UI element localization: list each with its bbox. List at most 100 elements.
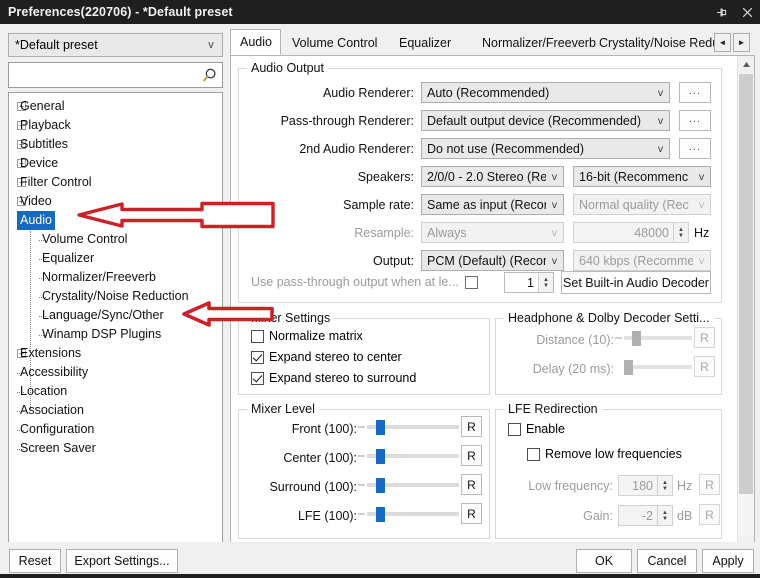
combo-bit-depth-value: 16-bit (Recommenc	[579, 169, 689, 184]
combo-bitrate[interactable]: 640 kbps (Recomme v	[573, 250, 711, 271]
tree-item-accessibility[interactable]: Accessibility	[9, 363, 222, 382]
reset-center-button[interactable]: R	[461, 445, 482, 466]
title-bar: Preferences(220706) - *Default preset	[0, 0, 760, 24]
reset-gain-button[interactable]: R	[699, 504, 720, 525]
preset-combobox[interactable]: *Default preset v	[8, 33, 223, 57]
slider-front[interactable]	[358, 418, 459, 436]
combo-2nd-audio-renderer[interactable]: Do not use (Recommended) v	[421, 138, 670, 159]
combo-bit-depth[interactable]: 16-bit (Recommenc v	[573, 166, 711, 187]
ok-button[interactable]: OK	[576, 549, 632, 573]
search-input[interactable]	[9, 63, 196, 87]
close-icon[interactable]	[734, 0, 760, 24]
tree-item-filter-control[interactable]: + Filter Control	[9, 173, 222, 192]
tab-scroll-right-button[interactable]: ►	[733, 33, 750, 52]
tree-item-extensions[interactable]: + Extensions	[9, 344, 222, 363]
set-builtin-audio-decoder-button[interactable]: Set Built-in Audio Decoder	[561, 271, 711, 294]
tab-scroll-left-button[interactable]: ◄	[714, 33, 731, 52]
tree-item-playback[interactable]: + Playback	[9, 116, 222, 135]
group-lfe-redirection: LFE Redirection Enable Remove low freque…	[495, 402, 722, 539]
combo-resample[interactable]: Always v	[421, 222, 564, 243]
scroll-up-button[interactable]	[738, 56, 754, 73]
combo-speakers[interactable]: 2/0/0 - 2.0 Stereo (Rec v	[421, 166, 564, 187]
checkbox-use-passthrough-box[interactable]	[464, 275, 478, 289]
tree-item-general[interactable]: + General	[9, 97, 222, 116]
spinner-arrows-icon[interactable]: ▲ ▼	[657, 476, 672, 495]
checkbox-use-passthrough[interactable]: Use pass-through output when at le...	[251, 275, 478, 289]
reset-button[interactable]: Reset	[9, 549, 61, 573]
spinner-resample-rate[interactable]: 48000 ▲ ▼	[573, 222, 689, 243]
checkbox-normalize-matrix[interactable]: Normalize matrix	[251, 329, 363, 343]
settings-tree[interactable]: + General + Playback + Subtitles + Device + Filte…	[8, 92, 223, 554]
export-settings-button[interactable]: Export Settings...	[66, 549, 178, 573]
tree-item-audio[interactable]: -Audio	[9, 211, 222, 230]
slider-lfe-thumb[interactable]	[376, 507, 385, 522]
combo-sample-rate[interactable]: Same as input (Recom v	[421, 194, 564, 215]
tree-item-screen-saver[interactable]: Screen Saver	[9, 439, 222, 458]
tab-crystality-noise-reduction[interactable]: Crystality/Noise Redu	[590, 32, 728, 55]
tab-audio[interactable]: Audio	[230, 29, 281, 55]
spinner-arrows-icon[interactable]: ▲ ▼	[538, 273, 553, 292]
combo-audio-renderer[interactable]: Auto (Recommended) v	[421, 82, 670, 103]
tab-equalizer[interactable]: Equalizer	[390, 32, 460, 55]
checkbox-remove-low-frequencies[interactable]: Remove low frequencies	[527, 447, 682, 461]
tree-item-device[interactable]: + Device	[9, 154, 222, 173]
slider-delay[interactable]	[624, 358, 692, 376]
checkbox-remove-low-frequencies-box[interactable]	[527, 447, 540, 461]
spinner-gain[interactable]: -2 ▲ ▼	[618, 505, 673, 526]
slider-lfe[interactable]	[358, 505, 459, 523]
reset-front-button[interactable]: R	[461, 416, 482, 437]
browse-passthrough-renderer-button[interactable]: ...	[679, 110, 711, 131]
reset-surround-button[interactable]: R	[461, 474, 482, 495]
reset-lfe-button[interactable]: R	[461, 503, 482, 524]
magnifier-icon[interactable]	[196, 67, 222, 84]
apply-button[interactable]: Apply	[702, 549, 754, 573]
combo-output[interactable]: PCM (Default) (Recom v	[421, 250, 564, 271]
tree-item-normalizer-freeverb[interactable]: Normalizer/Freeverb	[9, 268, 222, 287]
tab-volume-control[interactable]: Volume Control	[283, 32, 386, 55]
tree-item-equalizer[interactable]: Equalizer	[9, 249, 222, 268]
tab-normalizer-freeverb[interactable]: Normalizer/Freeverb	[473, 32, 605, 55]
spinner-low-frequency[interactable]: 180 ▲ ▼	[618, 475, 673, 496]
checkbox-expand-stereo-surround-box[interactable]	[251, 371, 264, 385]
browse-audio-renderer-button[interactable]: ...	[679, 82, 711, 103]
spinner-arrows-icon[interactable]: ▲ ▼	[673, 223, 688, 242]
tree-item-location[interactable]: Location	[9, 382, 222, 401]
reset-distance-button[interactable]: R	[694, 327, 715, 348]
slider-front-thumb[interactable]	[376, 420, 385, 435]
tree-item-subtitles[interactable]: + Subtitles	[9, 135, 222, 154]
tree-item-video[interactable]: + Video	[9, 192, 222, 211]
checkbox-expand-stereo-surround[interactable]: Expand stereo to surround	[251, 371, 416, 385]
checkbox-expand-stereo-surround-label: Expand stereo to surround	[269, 371, 417, 385]
slider-distance[interactable]	[615, 329, 692, 347]
checkbox-normalize-matrix-box[interactable]	[251, 329, 264, 343]
reset-delay-button[interactable]: R	[694, 356, 715, 377]
cancel-button[interactable]: Cancel	[637, 549, 697, 573]
tree-item-configuration[interactable]: Configuration	[9, 420, 222, 439]
tree-item-language-sync-other[interactable]: Language/Sync/Other	[9, 306, 222, 325]
tree-item-winamp-dsp-plugins[interactable]: Winamp DSP Plugins	[9, 325, 222, 344]
checkbox-expand-stereo-center-box[interactable]	[251, 350, 264, 364]
reset-low-frequency-button[interactable]: R	[699, 474, 720, 495]
slider-surround[interactable]	[358, 476, 459, 494]
tree-item-label: Video	[20, 194, 52, 208]
scrollbar-thumb[interactable]	[739, 74, 753, 494]
slider-distance-thumb[interactable]	[632, 331, 641, 346]
checkbox-lfe-enable[interactable]: Enable	[508, 422, 565, 436]
combo-quality[interactable]: Normal quality (Rec v	[573, 194, 711, 215]
browse-2nd-audio-renderer-button[interactable]: ...	[679, 138, 711, 159]
slider-surround-thumb[interactable]	[376, 478, 385, 493]
checkbox-lfe-enable-box[interactable]	[508, 422, 521, 436]
spinner-arrows-icon[interactable]: ▲ ▼	[657, 506, 672, 525]
tree-item-volume-control[interactable]: Volume Control	[9, 230, 222, 249]
slider-center[interactable]	[358, 447, 459, 465]
search-box[interactable]	[8, 62, 223, 88]
slider-delay-thumb[interactable]	[624, 360, 633, 375]
tree-item-association[interactable]: Association	[9, 401, 222, 420]
slider-center-thumb[interactable]	[376, 449, 385, 464]
checkbox-expand-stereo-center[interactable]: Expand stereo to center	[251, 350, 402, 364]
tree-item-crystality-noise-reduction[interactable]: Crystality/Noise Reduction	[9, 287, 222, 306]
vertical-scrollbar[interactable]	[737, 56, 754, 553]
spinner-passthrough-channels[interactable]: 1 ▲ ▼	[504, 272, 554, 293]
pin-icon[interactable]	[708, 0, 734, 24]
combo-passthrough-renderer[interactable]: Default output device (Recommended) v	[421, 110, 670, 131]
